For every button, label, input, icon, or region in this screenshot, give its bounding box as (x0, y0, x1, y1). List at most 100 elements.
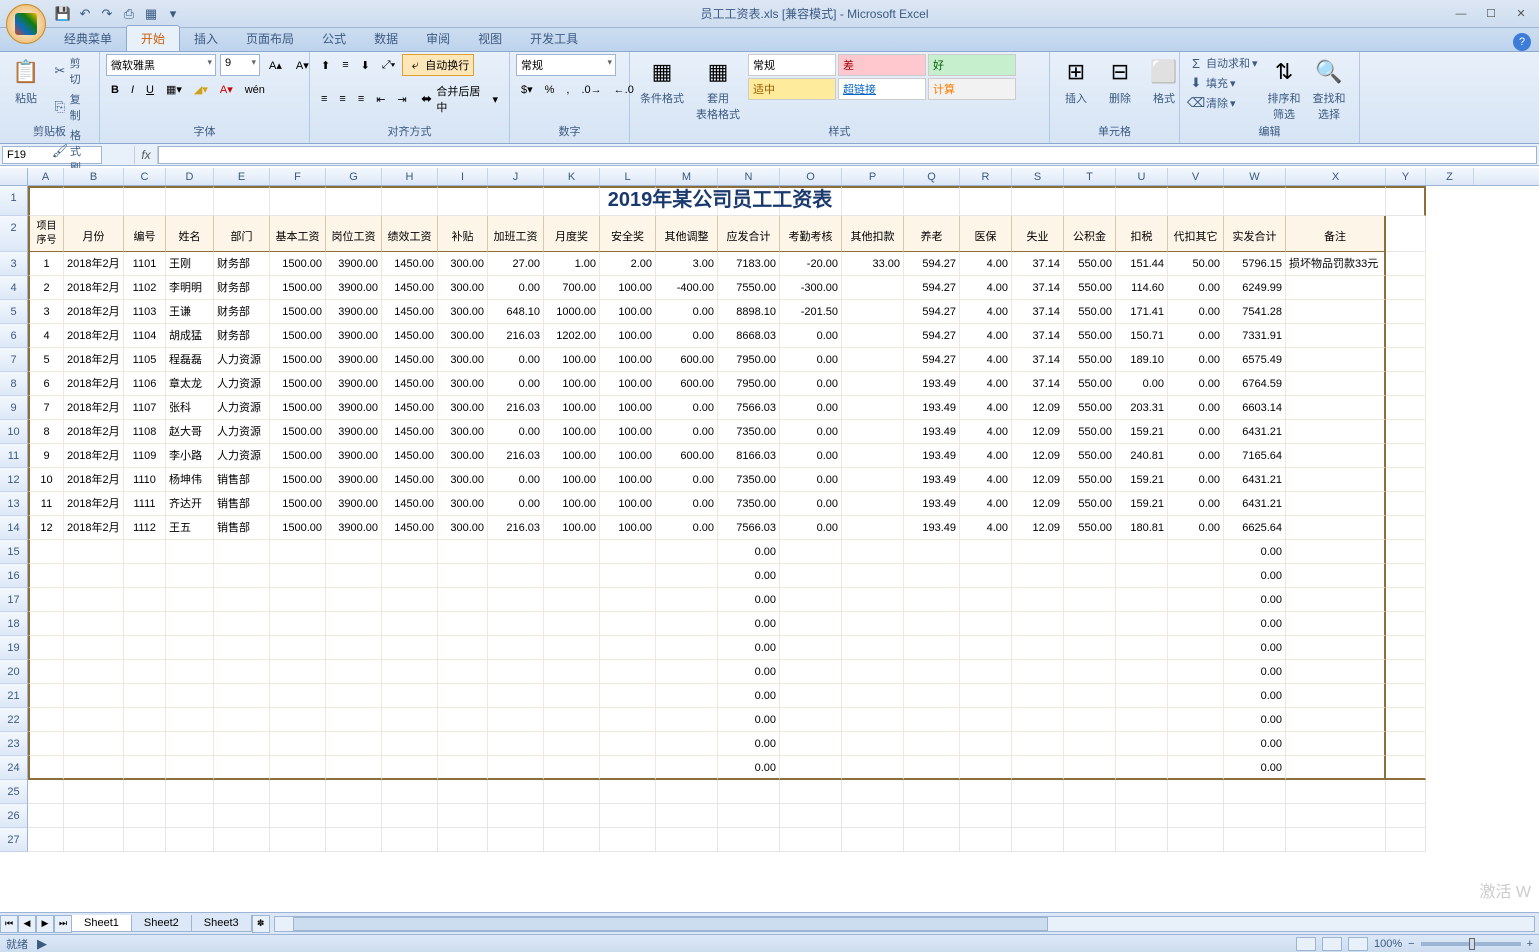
cell[interactable]: 150.71 (1116, 324, 1168, 348)
row-header-24[interactable]: 24 (0, 756, 28, 780)
cell[interactable] (326, 756, 382, 780)
cell[interactable]: 100.00 (600, 468, 656, 492)
cell[interactable] (1116, 660, 1168, 684)
cell[interactable] (382, 660, 438, 684)
cell[interactable] (1116, 828, 1168, 852)
row-header-21[interactable]: 21 (0, 684, 28, 708)
cell[interactable]: 0.00 (780, 324, 842, 348)
cell[interactable] (960, 564, 1012, 588)
cell[interactable] (270, 588, 326, 612)
cell[interactable] (438, 828, 488, 852)
cell[interactable]: 医保 (960, 216, 1012, 252)
cell[interactable] (1386, 300, 1426, 324)
cell[interactable] (1386, 252, 1426, 276)
cell[interactable]: 0.00 (718, 636, 780, 660)
cell[interactable] (166, 780, 214, 804)
cell[interactable] (64, 636, 124, 660)
cell-styles-gallery[interactable]: 常规差好适中超链接计算 (748, 54, 1028, 100)
cell[interactable]: 1500.00 (270, 396, 326, 420)
cell[interactable]: 100.00 (600, 348, 656, 372)
cell[interactable] (270, 780, 326, 804)
cell[interactable]: 0.00 (1168, 324, 1224, 348)
cell[interactable] (656, 612, 718, 636)
cell[interactable]: 240.81 (1116, 444, 1168, 468)
cell[interactable] (488, 732, 544, 756)
cell[interactable]: 193.49 (904, 420, 960, 444)
cell[interactable] (64, 828, 124, 852)
cell[interactable] (326, 828, 382, 852)
row-header-5[interactable]: 5 (0, 300, 28, 324)
cell[interactable]: 7 (28, 396, 64, 420)
cell[interactable]: 0.00 (1168, 348, 1224, 372)
cell[interactable] (28, 828, 64, 852)
cell[interactable] (960, 684, 1012, 708)
bold-button[interactable]: B (106, 80, 124, 99)
cell[interactable]: 补贴 (438, 216, 488, 252)
cell[interactable]: 7550.00 (718, 276, 780, 300)
cell[interactable]: 1450.00 (382, 396, 438, 420)
cell[interactable] (166, 636, 214, 660)
cell[interactable]: 37.14 (1012, 324, 1064, 348)
cell[interactable] (326, 660, 382, 684)
cell[interactable]: 1107 (124, 396, 166, 420)
cell[interactable]: 2018年2月 (64, 252, 124, 276)
cell[interactable]: 4 (28, 324, 64, 348)
cell[interactable] (28, 612, 64, 636)
cell[interactable]: 人力资源 (214, 396, 270, 420)
cell[interactable]: 月度奖 (544, 216, 600, 252)
cell[interactable] (382, 732, 438, 756)
cell[interactable] (1064, 780, 1116, 804)
cell[interactable]: 0.00 (656, 300, 718, 324)
cell[interactable]: 3900.00 (326, 396, 382, 420)
cell[interactable] (842, 444, 904, 468)
cell[interactable] (544, 636, 600, 660)
cell[interactable] (1386, 216, 1426, 252)
cell[interactable]: 648.10 (488, 300, 544, 324)
cell[interactable] (904, 636, 960, 660)
cell[interactable] (1386, 372, 1426, 396)
cell[interactable] (842, 468, 904, 492)
row-header-7[interactable]: 7 (0, 348, 28, 372)
cell[interactable]: 189.10 (1116, 348, 1168, 372)
page-break-view-button[interactable] (1348, 937, 1368, 951)
cell[interactable]: 0.00 (656, 420, 718, 444)
cell[interactable] (780, 564, 842, 588)
cell[interactable]: 594.27 (904, 252, 960, 276)
cell[interactable]: 养老 (904, 216, 960, 252)
cell[interactable] (600, 732, 656, 756)
cell[interactable]: 100.00 (600, 276, 656, 300)
cell[interactable] (270, 684, 326, 708)
cell[interactable] (28, 540, 64, 564)
cell[interactable]: 0.00 (780, 348, 842, 372)
style-计算[interactable]: 计算 (928, 78, 1016, 100)
cell[interactable] (124, 684, 166, 708)
cell[interactable] (842, 540, 904, 564)
cell[interactable]: 4.00 (960, 348, 1012, 372)
cell[interactable]: 300.00 (438, 468, 488, 492)
cell[interactable] (1386, 420, 1426, 444)
tab-视图[interactable]: 视图 (464, 26, 516, 51)
sheet-tab-Sheet1[interactable]: Sheet1 (71, 915, 132, 932)
cell[interactable] (270, 564, 326, 588)
select-all-corner[interactable] (0, 168, 28, 185)
row-header-16[interactable]: 16 (0, 564, 28, 588)
cell[interactable]: 章太龙 (166, 372, 214, 396)
cell[interactable] (1012, 804, 1064, 828)
cell[interactable]: 0.00 (1116, 372, 1168, 396)
cell[interactable]: 杨坤伟 (166, 468, 214, 492)
cell[interactable] (488, 756, 544, 780)
cell[interactable] (544, 684, 600, 708)
cell[interactable]: 0.00 (718, 540, 780, 564)
cell[interactable] (1064, 732, 1116, 756)
cell[interactable] (326, 564, 382, 588)
cell[interactable] (382, 828, 438, 852)
col-header-L[interactable]: L (600, 168, 656, 185)
cell[interactable]: 考勤考核 (780, 216, 842, 252)
cell[interactable] (1286, 684, 1386, 708)
cell[interactable]: 1450.00 (382, 372, 438, 396)
cell[interactable]: 1109 (124, 444, 166, 468)
cell[interactable]: 1500.00 (270, 420, 326, 444)
cell[interactable]: 193.49 (904, 492, 960, 516)
cell[interactable]: 损坏物品罚款33元 (1286, 252, 1386, 276)
fill-button[interactable]: ⬇填充▾ (1186, 74, 1260, 92)
